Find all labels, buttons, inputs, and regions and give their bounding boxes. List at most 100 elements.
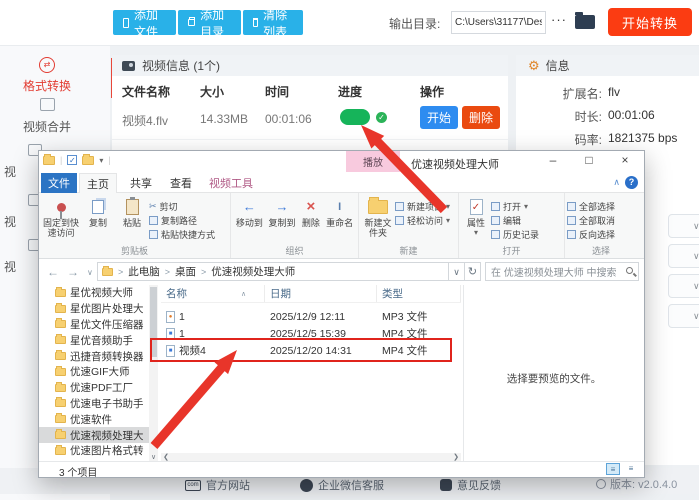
properties-button[interactable]: ✓ 属性 ▾ bbox=[461, 195, 491, 238]
search-input[interactable]: 在 优速视频处理大师 中搜索 bbox=[485, 262, 639, 281]
refresh-icon[interactable]: ↻ bbox=[465, 262, 481, 281]
tree-item[interactable]: 迅捷音频转换器 bbox=[39, 348, 149, 364]
delete-row-button[interactable]: 删除 bbox=[462, 106, 500, 129]
file-list-header: 名称 ∧ 日期 类型 bbox=[161, 285, 461, 303]
dropdown-fragment[interactable]: ∨ bbox=[668, 304, 699, 328]
open-button[interactable]: 打开 ▾ bbox=[491, 199, 539, 213]
dropdown-fragment[interactable]: ∨ bbox=[668, 214, 699, 238]
ribbon-group-new: 新建文件夹 新建项目 ▾ 轻松访问 ▾ 新建 bbox=[359, 193, 459, 258]
help-icon[interactable]: ? bbox=[625, 176, 638, 189]
paste-shortcut-button[interactable]: 粘贴快捷方式 bbox=[149, 227, 215, 241]
address-bar[interactable]: > 此电脑 > 桌面 > 优速视频处理大师 bbox=[97, 262, 449, 281]
edit-button[interactable]: 编辑 bbox=[491, 213, 539, 227]
tree-item[interactable]: 优速软件 bbox=[39, 411, 149, 427]
sidebar-item-video-merge[interactable]: 视频合并 bbox=[0, 98, 94, 135]
close-button[interactable]: × bbox=[610, 153, 640, 171]
copy-path-button[interactable]: 复制路径 bbox=[149, 213, 215, 227]
select-all-button[interactable]: 全部选择 bbox=[567, 199, 615, 213]
copy-button[interactable]: 复制 bbox=[81, 195, 115, 228]
file-row[interactable]: ■1 2025/12/5 15:39 MP4 文件 bbox=[161, 325, 461, 342]
back-icon[interactable]: ← bbox=[47, 265, 59, 279]
bitrate-value: 1821375 bps bbox=[608, 131, 677, 145]
properties-icon: ✓ bbox=[470, 199, 483, 215]
tree-item[interactable]: 优速PDF工厂 bbox=[39, 380, 149, 396]
history-button[interactable]: 历史记录 bbox=[491, 227, 539, 241]
easy-access-button[interactable]: 轻松访问 ▾ bbox=[395, 213, 450, 227]
info-header: ⚙ 信息 bbox=[516, 55, 699, 76]
tree-item-selected[interactable]: 优速视频处理大 bbox=[39, 427, 149, 443]
tree-scrollbar[interactable]: ∨ bbox=[149, 285, 158, 463]
feedback-link[interactable]: 意见反馈 bbox=[440, 477, 501, 493]
pin-quick-access-button[interactable]: 固定到快速访问 bbox=[41, 195, 81, 239]
address-dropdown-icon[interactable]: ∨ bbox=[449, 262, 465, 281]
collapse-ribbon-icon[interactable]: ∧ bbox=[613, 177, 620, 188]
maximize-button[interactable]: □ bbox=[574, 153, 604, 171]
paste-button[interactable]: 粘贴 bbox=[115, 195, 149, 228]
dropdown-fragment[interactable]: ∨ bbox=[668, 244, 699, 268]
scrollbar-thumb[interactable] bbox=[150, 287, 157, 357]
tab-home[interactable]: 主页 bbox=[79, 173, 117, 194]
tree-item[interactable]: 星优文件压缩器 bbox=[39, 317, 149, 333]
preview-hint-text: 选择要预览的文件。 bbox=[464, 371, 644, 386]
header-type[interactable]: 类型 bbox=[377, 285, 461, 302]
delete-button[interactable]: × 删除 bbox=[298, 195, 323, 228]
details-view-icon[interactable]: ≡ bbox=[624, 463, 638, 475]
tree-item[interactable]: 优速电子书助手 bbox=[39, 396, 149, 412]
tree-item[interactable]: 星优视频大师 bbox=[39, 285, 149, 301]
explorer-titlebar[interactable]: | ✓ ▾ | 播放 优速视频处理大师 – □ × bbox=[39, 151, 644, 173]
folder-icon bbox=[188, 19, 195, 26]
add-folder-button[interactable]: 添加目录 bbox=[178, 10, 241, 35]
header-name[interactable]: 名称 ∧ bbox=[161, 285, 265, 302]
tree-item[interactable]: 优速GIF大师 bbox=[39, 364, 149, 380]
more-options-icon[interactable]: ··· bbox=[551, 12, 567, 27]
folder-icon bbox=[55, 320, 66, 328]
start-convert-button[interactable]: 开始转换 bbox=[608, 8, 692, 36]
dropdown-fragment[interactable]: ∨ bbox=[668, 274, 699, 298]
rename-button[interactable]: I 重命名 bbox=[323, 195, 356, 228]
recent-locations-icon[interactable]: ∨ bbox=[87, 268, 93, 277]
clear-list-button[interactable]: 清除列表 bbox=[243, 10, 303, 35]
minimize-button[interactable]: – bbox=[538, 153, 568, 171]
tree-item[interactable]: 优速图片格式转 bbox=[39, 443, 149, 459]
file-icon bbox=[123, 18, 129, 28]
tab-view[interactable]: 查看 bbox=[163, 173, 199, 193]
breadcrumb-current[interactable]: 优速视频处理大师 bbox=[211, 264, 295, 279]
sidebar-item-format-convert[interactable]: ⇄ 格式转换 bbox=[0, 56, 94, 94]
official-site-link[interactable]: com 官方网站 bbox=[185, 477, 250, 493]
start-row-button[interactable]: 开始 bbox=[420, 106, 458, 129]
website-icon: com bbox=[185, 480, 201, 491]
breadcrumb-this-pc[interactable]: 此电脑 bbox=[128, 264, 160, 279]
browse-folder-icon[interactable] bbox=[575, 15, 595, 29]
tree-item[interactable]: 星优图片处理大 bbox=[39, 301, 149, 317]
qat-check-icon[interactable]: ✓ bbox=[67, 155, 77, 165]
header-date[interactable]: 日期 bbox=[265, 285, 377, 302]
tab-video-tools[interactable]: 视频工具 bbox=[203, 173, 259, 193]
file-row-highlighted[interactable]: ■视频4 2025/12/20 14:31 MP4 文件 bbox=[161, 342, 461, 359]
folder-icon[interactable] bbox=[82, 156, 94, 165]
output-dir-input[interactable] bbox=[451, 11, 546, 34]
screenshot-root: 添加文件 添加目录 清除列表 输出目录: ··· 开始转换 ⇄ 格式转换 视频合… bbox=[0, 0, 699, 500]
progress-toggle[interactable] bbox=[340, 109, 370, 125]
tab-share[interactable]: 共享 bbox=[123, 173, 159, 193]
contextual-tab-play[interactable]: 播放 bbox=[346, 151, 400, 172]
qat-dropdown-icon[interactable]: ▾ bbox=[99, 156, 103, 165]
cut-button[interactable]: ✂ 剪切 bbox=[149, 199, 215, 213]
file-row[interactable]: ●1 2025/12/9 12:11 MP3 文件 bbox=[161, 308, 461, 325]
folder-icon[interactable] bbox=[43, 156, 55, 165]
invert-selection-button[interactable]: 反向选择 bbox=[567, 227, 615, 241]
list-view-icon[interactable]: ≡ bbox=[606, 463, 620, 475]
breadcrumb-desktop[interactable]: 桌面 bbox=[175, 264, 196, 279]
move-to-button[interactable]: ← 移动到 bbox=[233, 195, 266, 228]
select-none-button[interactable]: 全部取消 bbox=[567, 213, 615, 227]
group-label-new: 新建 bbox=[359, 244, 458, 257]
new-folder-button[interactable]: 新建文件夹 bbox=[361, 195, 395, 239]
tree-item[interactable]: 星优音频助手 bbox=[39, 332, 149, 348]
group-label-organize: 组织 bbox=[231, 244, 358, 257]
tab-file[interactable]: 文件 bbox=[41, 173, 77, 193]
mp4-file-icon: ■ bbox=[166, 345, 175, 357]
copy-to-button[interactable]: → 复制到 bbox=[266, 195, 299, 228]
wechat-support-link[interactable]: 企业微信客服 bbox=[300, 477, 384, 493]
add-file-button[interactable]: 添加文件 bbox=[113, 10, 176, 35]
new-item-button[interactable]: 新建项目 ▾ bbox=[395, 199, 450, 213]
forward-icon[interactable]: → bbox=[67, 265, 79, 279]
